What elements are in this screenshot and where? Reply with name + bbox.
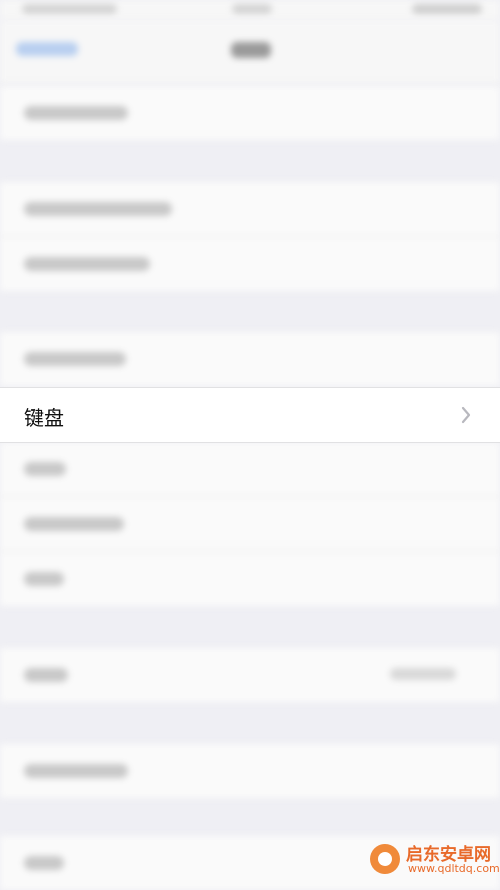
watermark-url: www.qdltdq.com bbox=[408, 862, 500, 875]
keyboard-row[interactable]: 键盘 bbox=[0, 387, 500, 443]
back-button[interactable] bbox=[16, 42, 78, 56]
keyboard-label: 键盘 bbox=[24, 406, 64, 430]
status-time bbox=[232, 4, 272, 14]
settings-row[interactable] bbox=[0, 552, 500, 606]
page-title bbox=[231, 42, 271, 58]
settings-row[interactable] bbox=[0, 442, 500, 496]
watermark-logo: 启东安卓网 www.qdltdq.com bbox=[370, 838, 500, 884]
settings-row[interactable] bbox=[0, 182, 500, 236]
settings-row[interactable] bbox=[0, 497, 500, 551]
settings-row[interactable] bbox=[0, 332, 500, 386]
logo-icon bbox=[370, 844, 400, 874]
settings-row[interactable] bbox=[0, 648, 500, 702]
chevron-right-icon bbox=[461, 406, 471, 424]
settings-row[interactable] bbox=[0, 237, 500, 291]
battery-indicator bbox=[412, 4, 482, 14]
carrier-signal bbox=[22, 4, 117, 14]
settings-row[interactable] bbox=[0, 86, 500, 140]
settings-row[interactable] bbox=[0, 744, 500, 798]
